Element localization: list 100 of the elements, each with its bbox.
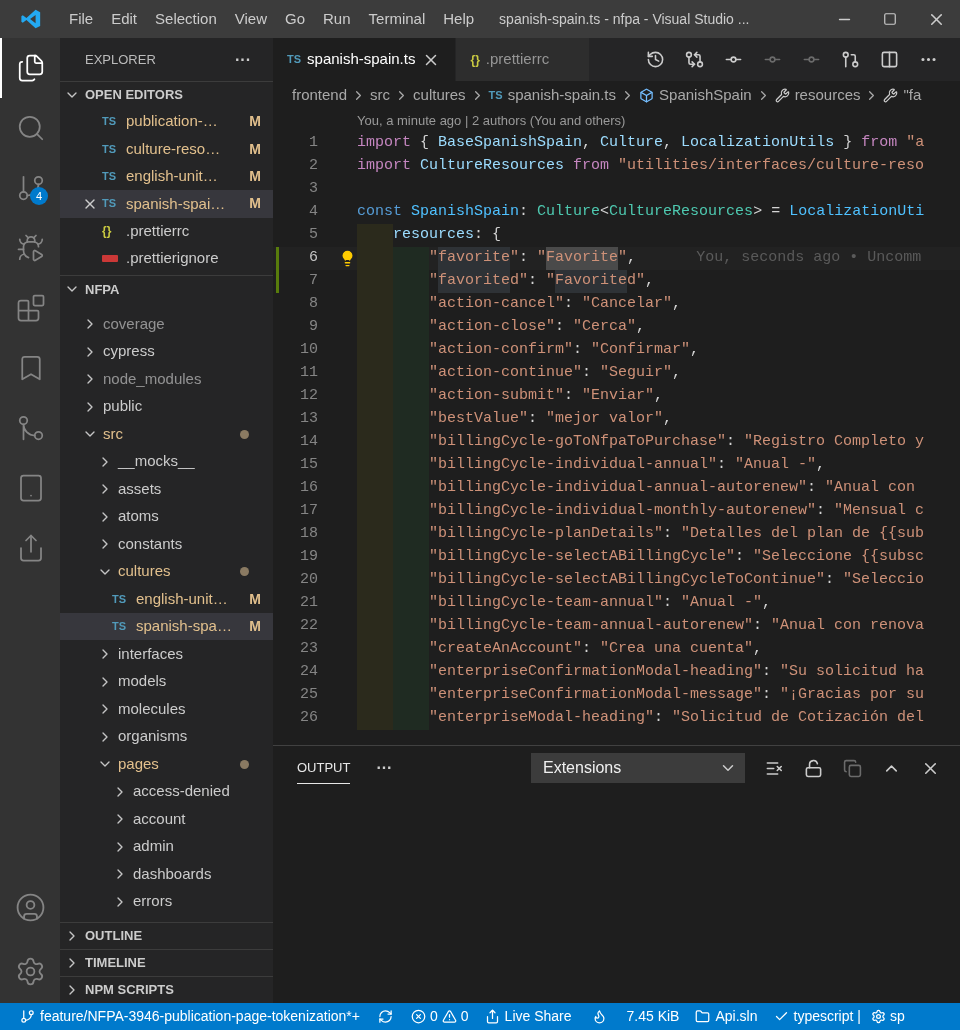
code-line: "favorite": "Favorite", [429,247,637,270]
folder-item[interactable]: atoms [60,502,273,531]
folder-item[interactable]: errors [60,887,273,916]
menu-item[interactable]: Go [278,7,312,31]
split-editor-icon[interactable] [880,50,899,69]
menu-item[interactable]: Selection [148,7,224,31]
file-name: english-unit… [126,166,218,187]
code-line: "billingCycle-individual-annual-autorenew": "Anual con [429,478,916,499]
folder-item[interactable]: models [60,667,273,696]
gear-icon [870,1009,886,1024]
tree-item[interactable]: TS english-unit… M [60,585,273,613]
folder-item[interactable]: constants [60,530,273,558]
copy-icon[interactable] [843,758,862,778]
item-label: errors [133,891,173,912]
sync-icon[interactable] [378,1009,393,1024]
breadcrumb-item[interactable]: cultures [413,84,466,107]
folder-item[interactable]: interfaces [60,640,273,668]
editor-tab[interactable]: TS spanish-spain.ts [273,38,457,81]
settings-status[interactable]: sp [868,1006,905,1027]
folder-item[interactable]: molecules [60,695,273,723]
typescript-file-icon: TS [112,621,127,633]
code-line: "billingCycle-individual-monthly-autorenew": "Mensual c [429,501,925,522]
tree-item[interactable]: TS spanish-spa… M [60,612,273,641]
breadcrumb-item[interactable]: resources [774,84,861,107]
menu-item[interactable]: View [227,7,274,31]
folder-item[interactable]: access-denied [60,777,273,806]
line-number: 21 [299,593,318,614]
section-header[interactable]: NFPA [60,275,273,303]
item-label: public [103,396,143,417]
sidebar-title: EXPLORER [85,50,156,69]
solution-status[interactable]: Api.sln [687,1006,766,1027]
folder-item[interactable]: cypress [60,337,273,366]
open-editor-item[interactable]: {} .prettierrc [60,217,273,245]
item-label: spanish-spa… [136,616,232,637]
compare-icon[interactable] [685,50,704,69]
breadcrumb-item[interactable]: TS spanish-spain.ts [488,84,617,107]
section-header[interactable]: OPEN EDITORS [60,81,273,108]
file-name: .prettierignore [126,248,219,269]
open-editor-item[interactable]: TS publication-… M [60,108,273,136]
wrench-icon [883,88,899,103]
output-channel-dropdown[interactable]: Extensions [531,753,745,783]
folder-item[interactable]: node_modules [60,365,273,393]
branch-status[interactable]: feature/NFPA-3946-publication-page-tokenization*+ [0,1006,368,1027]
open-editor-item[interactable]: TS spanish-spai… M [60,190,273,218]
problems-status[interactable]: 0 0 [403,1006,477,1027]
line-number: 25 [299,685,318,706]
folder-item[interactable]: account [60,805,273,833]
branch-icon[interactable] [841,50,860,69]
folder-item[interactable]: dashboards [60,860,273,888]
line-number: 8 [308,294,318,315]
folder-item[interactable]: cultures [60,557,273,586]
open-editor-item[interactable]: TS culture-reso… M [60,135,273,163]
account-icon[interactable] [14,891,46,923]
menu-item[interactable]: File [62,7,101,31]
menu-item[interactable]: Terminal [361,7,433,31]
folder-item[interactable]: pages [60,750,273,778]
item-label: cultures [118,561,171,582]
code-line: "enterpriseConfirmationModal-heading": "Su solicitud ha [429,662,925,683]
modified-status-label: M [249,617,261,637]
line-number: 18 [299,524,318,545]
code-line: import { BaseSpanishSpain, Culture, LocalizationUtils } from "a [357,133,925,154]
folder-item[interactable]: admin [60,832,273,861]
breadcrumb-item[interactable]: src [370,84,391,107]
breadcrumb-item[interactable]: frontend [292,84,348,107]
file-size-status[interactable]: 7.45 KiB [618,1006,688,1027]
line-number: 3 [308,179,318,200]
folder-item[interactable]: assets [60,475,273,503]
code-line: "billingCycle-selectABillingCycle": "Seleccione {{subsc [429,547,925,568]
folder-item[interactable]: public [60,392,273,421]
breadcrumb-item[interactable]: "fa [883,84,922,107]
source-control-tab[interactable]: 4 [0,158,60,218]
menu-item[interactable]: Edit [104,7,145,31]
folder-item[interactable]: __mocks__ [60,447,273,476]
more-actions-button[interactable]: ··· [376,756,393,780]
item-label: node_modules [103,368,202,389]
line-number: 23 [299,639,318,660]
line-number: 1 [308,133,318,154]
language-status[interactable]: typescript | [765,1006,869,1027]
maximize-icon[interactable] [883,12,897,26]
history-icon[interactable] [646,50,665,69]
menu-item[interactable]: Run [316,7,358,31]
code-line: "action-confirm": "Confirmar", [429,340,700,361]
folder-item[interactable]: src [60,420,273,448]
unlock-icon[interactable] [804,758,823,778]
open-editor-item[interactable]: TS english-unit… M [60,162,273,191]
codelens-text[interactable]: You, a minute ago | 2 authors (You and others) [357,111,626,131]
live-share-status[interactable]: Live Share [476,1006,580,1027]
typescript-file-icon: TS [112,593,127,605]
item-label: molecules [118,698,186,719]
folder-item[interactable]: organisms [60,722,273,751]
open-editor-item[interactable]: .prettierignore [60,244,273,273]
editor-tab[interactable]: {} .prettierrc [456,38,591,81]
breadcrumb-item[interactable]: SpanishSpain [639,84,752,107]
flame-icon[interactable] [591,1009,607,1024]
app-logo-icon [20,8,42,30]
folder-item[interactable]: coverage [60,310,273,338]
search-icon [16,113,46,143]
menu-item[interactable]: Help [436,7,482,31]
panel-tab[interactable]: OUTPUT [297,751,351,785]
more-actions-button[interactable]: ··· [235,47,251,72]
